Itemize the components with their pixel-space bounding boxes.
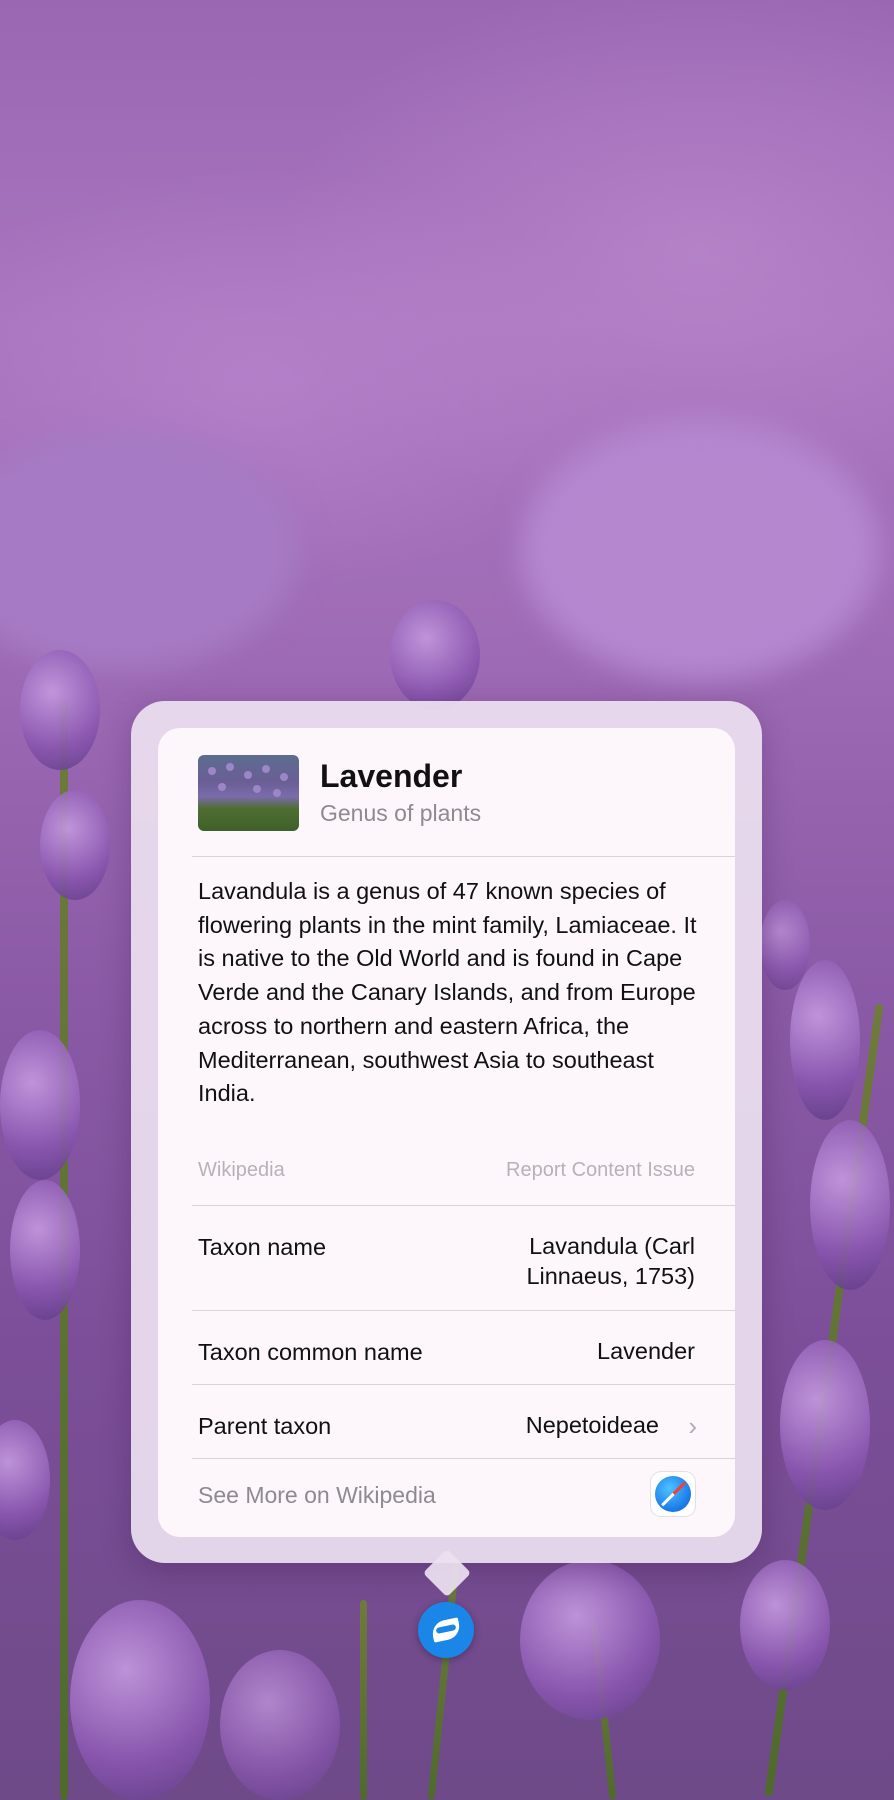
lavender-thumbnail (198, 755, 299, 831)
description-text: Lavandula is a genus of 47 known species… (198, 878, 697, 1107)
row-value-line1: Lavandula (Carl (529, 1233, 695, 1259)
knowledge-card: Lavender Genus of plants Lavandula is a … (158, 728, 735, 1537)
safari-icon[interactable] (651, 1472, 695, 1516)
row-value-line2: Linnaeus, 1753) (526, 1263, 695, 1289)
visual-lookup-button[interactable] (418, 1602, 474, 1658)
report-issue-link[interactable]: Report Content Issue (506, 1159, 695, 1182)
card-subtitle: Genus of plants (320, 800, 482, 826)
see-more-link[interactable]: See More on Wikipedia (198, 1482, 436, 1509)
row-value: Lavandula (Carl Linnaeus, 1753) (526, 1231, 695, 1291)
row-key: Parent taxon (198, 1413, 332, 1439)
row-value: Lavender (597, 1338, 695, 1364)
chevron-right-icon: › (688, 1411, 697, 1441)
row-key: Taxon common name (198, 1339, 423, 1365)
card-header[interactable]: Lavender Genus of plants (158, 728, 735, 856)
divider (192, 856, 735, 857)
card-title: Lavender (320, 758, 463, 794)
divider (192, 1458, 735, 1459)
divider (192, 1384, 735, 1385)
source-link[interactable]: Wikipedia (198, 1159, 285, 1182)
divider (192, 1310, 735, 1311)
divider (192, 1205, 735, 1206)
row-value[interactable]: Nepetoideae (526, 1410, 659, 1440)
row-key: Taxon name (198, 1234, 327, 1260)
